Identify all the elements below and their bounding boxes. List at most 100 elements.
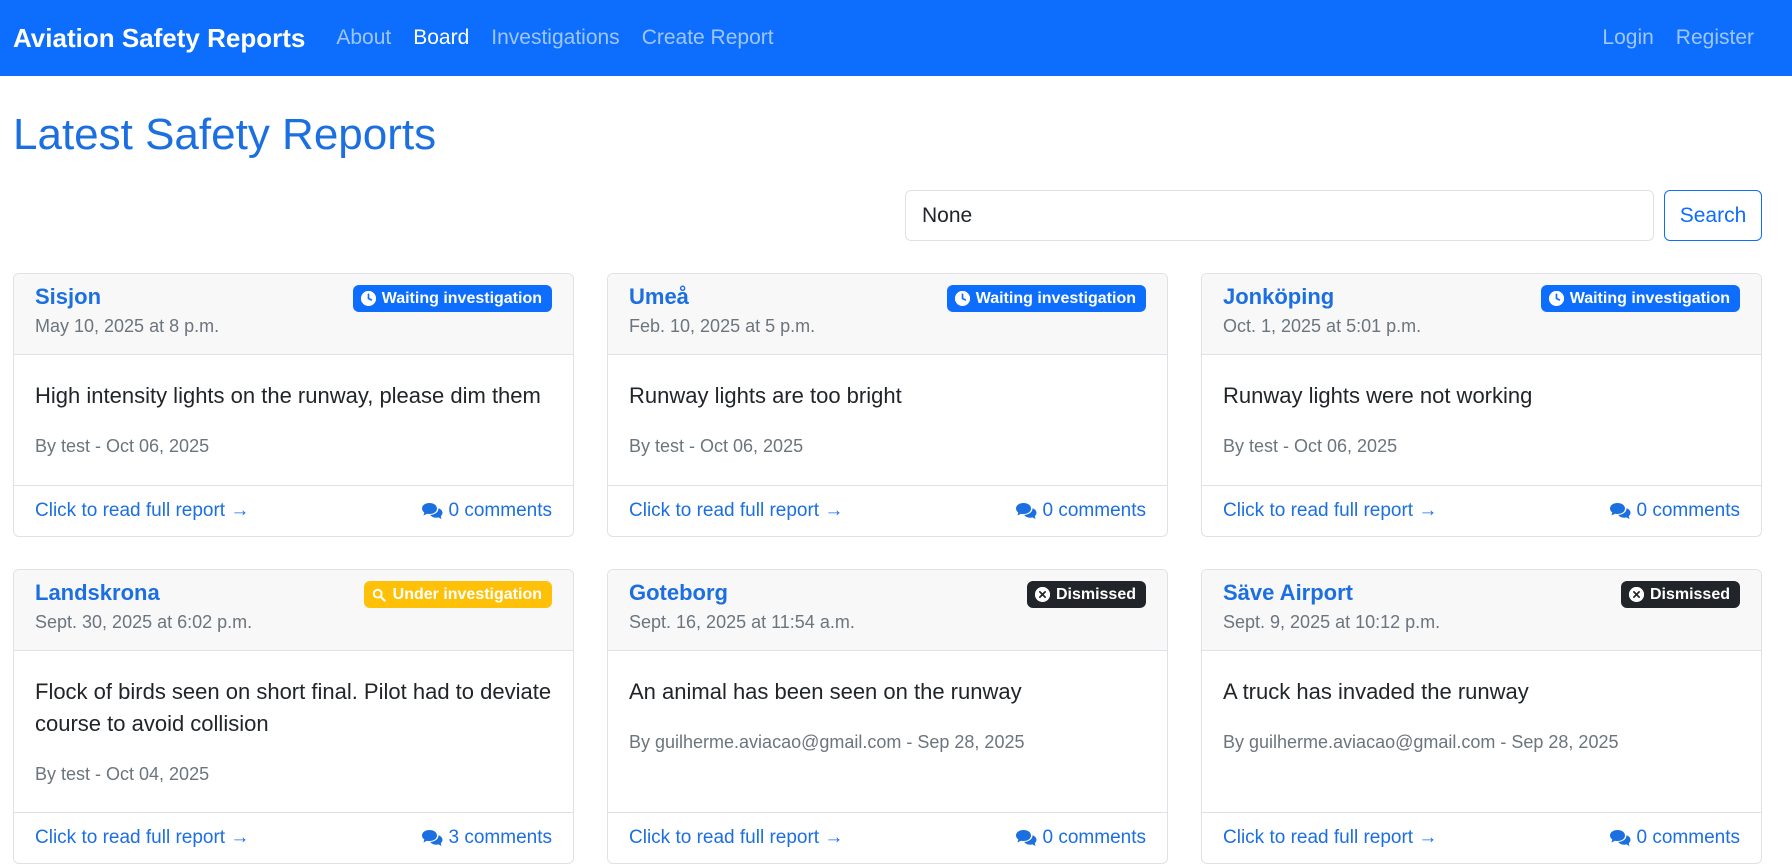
read-full-report-link[interactable]: Click to read full report → [35,827,249,849]
comments-count: 0 comments [448,500,552,521]
status-badge: Waiting investigation [1540,285,1740,312]
nav-register[interactable]: Register [1665,26,1765,50]
card-footer: Click to read full report → 3 comments [14,812,573,863]
x-circle-icon [1034,587,1050,602]
status-badge: Under investigation [363,581,552,608]
read-full-report-link[interactable]: Click to read full report → [35,500,249,522]
card-footer: Click to read full report → 0 comments [1202,812,1761,863]
card-header: Umeå Feb. 10, 2025 at 5 p.m. Waiting inv… [608,274,1167,355]
card-body: Runway lights are too bright By test - O… [608,355,1167,485]
read-full-report-link[interactable]: Click to read full report → [629,500,843,522]
report-date: Feb. 10, 2025 at 5 p.m. [629,316,816,337]
report-description: Runway lights are too bright [629,383,902,408]
read-full-report-link[interactable]: Click to read full report → [629,827,843,849]
card-body: A truck has invaded the runway By guilhe… [1202,651,1761,812]
status-badge: Dismissed [1620,581,1740,608]
nav-board[interactable]: Board [402,26,480,50]
page-title: Latest Safety Reports [13,110,437,159]
report-card: Umeå Feb. 10, 2025 at 5 p.m. Waiting inv… [607,273,1168,537]
card-footer: Click to read full report → 0 comments [608,485,1167,536]
comments-link[interactable]: 3 comments [421,827,552,849]
comments-icon [421,830,443,846]
report-date: Sept. 30, 2025 at 6:02 p.m. [35,612,253,633]
report-card-wrapper: Landskrona Sept. 30, 2025 at 6:02 p.m. U… [13,569,574,864]
comments-link[interactable]: 0 comments [1015,500,1146,522]
status-badge-label: Waiting investigation [381,289,542,307]
report-author-date: By test - Oct 06, 2025 [1223,436,1398,456]
card-footer: Click to read full report → 0 comments [14,485,573,536]
search-input[interactable]: None [905,190,1654,241]
card-header: Sisjon May 10, 2025 at 8 p.m. Waiting in… [14,274,573,355]
report-description: Flock of birds seen on short final. Pilo… [35,679,552,736]
card-footer: Click to read full report → 0 comments [608,812,1167,863]
card-footer: Click to read full report → 0 comments [1202,485,1761,536]
card-header: Goteborg Sept. 16, 2025 at 11:54 a.m. Di… [608,570,1167,651]
clock-icon [954,291,970,306]
read-full-report-link[interactable]: Click to read full report → [1223,500,1437,522]
search-form: None Search [0,190,1792,241]
card-body: Flock of birds seen on short final. Pilo… [14,651,573,812]
report-card-wrapper: Goteborg Sept. 16, 2025 at 11:54 a.m. Di… [607,569,1168,864]
report-author-date: By guilherme.aviacao@gmail.com - Sep 28,… [1223,732,1619,752]
report-description: An animal has been seen on the runway [629,679,1022,704]
report-card-wrapper: Jonköping Oct. 1, 2025 at 5:01 p.m. Wait… [1201,273,1762,537]
report-author-date: By test - Oct 06, 2025 [35,436,210,456]
status-badge-label: Waiting investigation [975,289,1136,307]
comments-link[interactable]: 0 comments [421,500,552,522]
comments-count: 0 comments [1042,500,1146,521]
status-badge-label: Under investigation [392,585,542,603]
report-card: Sisjon May 10, 2025 at 8 p.m. Waiting in… [13,273,574,537]
report-card: Säve Airport Sept. 9, 2025 at 10:12 p.m.… [1201,569,1762,864]
search-button[interactable]: Search [1664,190,1762,241]
comments-link[interactable]: 0 comments [1015,827,1146,849]
status-badge: Dismissed [1026,581,1146,608]
report-description: Runway lights were not working [1223,383,1533,408]
report-description: High intensity lights on the runway, ple… [35,383,541,408]
report-description: A truck has invaded the runway [1223,679,1529,704]
report-author-date: By test - Oct 06, 2025 [629,436,804,456]
comments-count: 0 comments [1042,827,1146,848]
x-circle-icon [1628,587,1644,602]
card-header: Jonköping Oct. 1, 2025 at 5:01 p.m. Wait… [1202,274,1761,355]
clock-icon [360,291,376,306]
nav-investigations[interactable]: Investigations [480,26,630,50]
card-body: High intensity lights on the runway, ple… [14,355,573,485]
report-author-date: By guilherme.aviacao@gmail.com - Sep 28,… [629,732,1025,752]
status-badge-label: Waiting investigation [1569,289,1730,307]
comments-icon [1609,503,1631,519]
report-card-wrapper: Umeå Feb. 10, 2025 at 5 p.m. Waiting inv… [607,273,1168,537]
comments-count: 0 comments [1636,500,1740,521]
nav-links: About Board Investigations Create Report [325,26,784,50]
report-grid: Sisjon May 10, 2025 at 8 p.m. Waiting in… [0,273,1792,864]
comments-icon [421,503,443,519]
comments-count: 3 comments [448,827,552,848]
report-card: Landskrona Sept. 30, 2025 at 6:02 p.m. U… [13,569,574,864]
report-card: Jonköping Oct. 1, 2025 at 5:01 p.m. Wait… [1201,273,1762,537]
nav-login[interactable]: Login [1591,26,1664,50]
card-header: Säve Airport Sept. 9, 2025 at 10:12 p.m.… [1202,570,1761,651]
card-header: Landskrona Sept. 30, 2025 at 6:02 p.m. U… [14,570,573,651]
read-full-report-link[interactable]: Click to read full report → [1223,827,1437,849]
clock-icon [1548,291,1564,306]
card-body: An animal has been seen on the runway By… [608,651,1167,812]
report-date: May 10, 2025 at 8 p.m. [35,316,220,337]
status-badge-label: Dismissed [1055,585,1136,603]
report-author-date: By test - Oct 04, 2025 [35,764,210,784]
brand-link[interactable]: Aviation Safety Reports [13,23,305,54]
report-card-wrapper: Säve Airport Sept. 9, 2025 at 10:12 p.m.… [1201,569,1762,864]
comments-icon [1015,830,1037,846]
card-body: Runway lights were not working By test -… [1202,355,1761,485]
comments-link[interactable]: 0 comments [1609,827,1740,849]
report-date: Oct. 1, 2025 at 5:01 p.m. [1223,316,1422,337]
report-card: Goteborg Sept. 16, 2025 at 11:54 a.m. Di… [607,569,1168,864]
status-badge: Waiting investigation [352,285,552,312]
report-date: Sept. 9, 2025 at 10:12 p.m. [1223,612,1441,633]
comments-link[interactable]: 0 comments [1609,500,1740,522]
nav-auth-links: Login Register [1591,26,1765,50]
top-navbar: Aviation Safety Reports About Board Inve… [0,0,1792,76]
comments-count: 0 comments [1636,827,1740,848]
nav-create-report[interactable]: Create Report [631,26,785,50]
status-badge-label: Dismissed [1649,585,1730,603]
status-badge: Waiting investigation [946,285,1146,312]
nav-about[interactable]: About [325,26,402,50]
